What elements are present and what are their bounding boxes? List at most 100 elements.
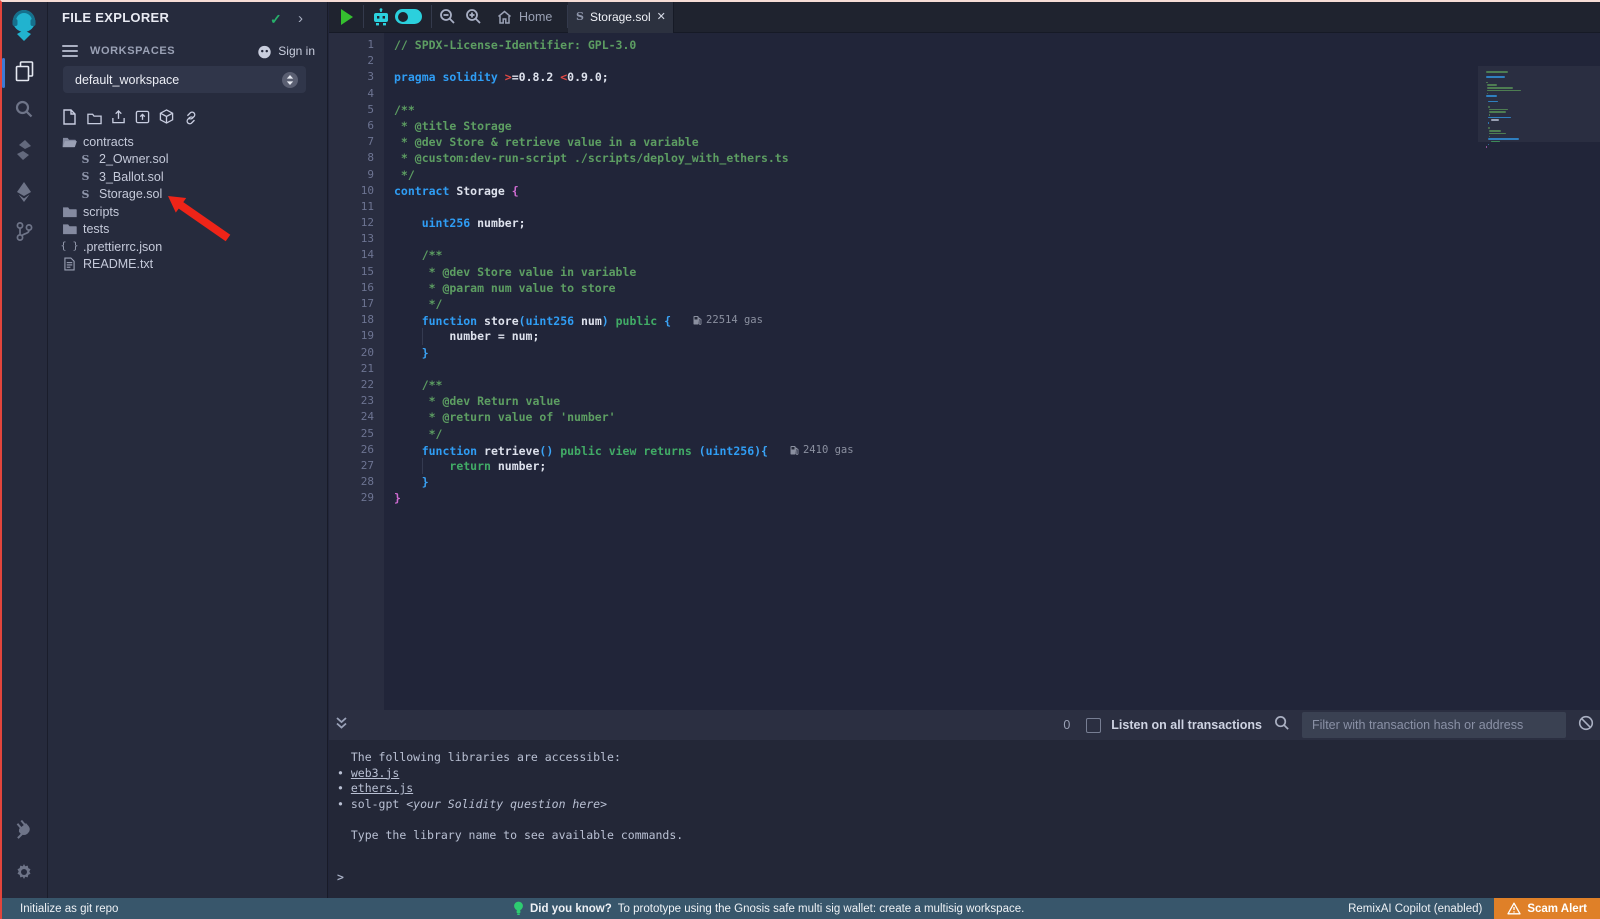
line-number: 3 [329,69,374,85]
upload-folder-icon[interactable] [135,108,150,125]
file-explorer-panel: FILE EXPLORER ✓ › WORKSPACES Sign in def… [48,0,328,898]
plugin-manager-icon[interactable] [0,820,48,841]
did-you-know-title: Did you know? [530,903,612,915]
tree-item-contracts[interactable]: contracts [48,133,327,151]
code-line-2 [394,53,1600,69]
git-init-button[interactable]: Initialize as git repo [20,903,118,915]
line-number: 9 [329,167,374,183]
workspace-select[interactable]: default_workspace [63,66,306,93]
create-box-icon[interactable] [159,108,174,125]
check-icon: ✓ [270,11,282,28]
terminal-link-web3-js[interactable]: web3.js [351,766,399,780]
code-line-28: } [394,474,1600,490]
code-line-10: contract Storage { [394,183,1600,199]
line-number: 28 [329,474,374,490]
settings-gear-icon[interactable] [0,862,48,882]
code-editor[interactable]: 1234567891011121314151617181920212223242… [329,33,1600,710]
ai-copilot-robot-icon[interactable] [371,0,391,33]
github-icon [257,44,272,59]
panel-title: FILE EXPLORER [62,10,169,25]
transaction-count: 0 [1063,718,1070,732]
line-number: 29 [329,490,374,506]
workspace-menu-icon[interactable] [62,42,78,60]
zoom-out-icon[interactable] [439,0,456,33]
line-number: 24 [329,409,374,425]
solidity-icon: S [576,10,584,23]
chevron-right-icon[interactable]: › [298,10,303,27]
line-number: 12 [329,215,374,231]
close-tab-icon[interactable]: ✕ [657,10,666,23]
gas-estimate-badge: 2410 gas [790,442,854,458]
line-number: 4 [329,86,374,102]
tab-storage-sol[interactable]: S Storage.sol ✕ [568,0,674,33]
zoom-in-icon[interactable] [465,0,482,33]
folder-icon [62,206,77,218]
upload-file-icon[interactable] [111,108,126,125]
code-line-4 [394,86,1600,102]
code-line-24: * @return value of 'number' [394,409,1600,425]
editor-minimap[interactable] [1478,66,1600,743]
terminal-search-icon[interactable] [1274,715,1290,736]
code-line-19: number = num; [394,328,1600,344]
git-icon[interactable] [0,221,48,242]
terminal-line: Type the library name to see available c… [337,828,1600,844]
solidity-icon: S [78,188,93,201]
collapse-terminal-icon[interactable] [335,716,348,735]
gas-estimate-badge: 22514 gas [693,312,763,328]
code-line-12: uint256 number; [394,215,1600,231]
line-number: 21 [329,361,374,377]
code-line-6: * @title Storage [394,118,1600,134]
activity-bar [0,0,48,898]
deploy-and-run-icon[interactable] [0,181,48,203]
terminal-header: 0 Listen on all transactions [329,710,1600,740]
copilot-status[interactable]: RemixAI Copilot (enabled) [1348,903,1482,915]
line-number: 15 [329,264,374,280]
tree-item-3-ballot-sol[interactable]: S3_Ballot.sol [48,168,327,186]
ai-copilot-toggle[interactable] [395,0,422,33]
new-folder-icon[interactable] [87,108,102,125]
line-number: 13 [329,231,374,247]
file-tree: contractsS2_Owner.solS3_Ballot.solSStora… [48,133,327,273]
file-icon [62,257,77,271]
line-number: 11 [329,199,374,215]
terminal-prompt[interactable]: > [337,870,1600,886]
code-line-20: } [394,345,1600,361]
home-icon [497,10,512,24]
code-line-22: /** [394,377,1600,393]
search-icon[interactable] [0,99,48,119]
code-area: // SPDX-License-Identifier: GPL-3.0pragm… [384,33,1600,710]
remix-logo-icon[interactable] [0,8,48,42]
listen-all-transactions-label: Listen on all transactions [1111,718,1262,732]
tree-item-2-owner-sol[interactable]: S2_Owner.sol [48,151,327,169]
code-line-16: * @param num value to store [394,280,1600,296]
listen-all-transactions-checkbox[interactable] [1086,718,1101,733]
terminal-output[interactable]: The following libraries are accessible:•… [329,740,1600,898]
sign-in-button[interactable]: Sign in [257,44,315,59]
file-explorer-icon[interactable] [0,60,48,83]
remix-ide-window: FILE EXPLORER ✓ › WORKSPACES Sign in def… [0,0,1600,919]
tree-item-scripts[interactable]: scripts [48,203,327,221]
terminal-line: • sol-gpt <your Solidity question here> [337,797,1600,813]
run-script-button[interactable] [341,0,353,33]
solidity-compiler-icon[interactable] [0,139,48,161]
line-number: 27 [329,458,374,474]
solidity-icon: S [78,153,93,166]
line-number: 8 [329,150,374,166]
braces-icon: { } [62,241,77,252]
line-number: 23 [329,393,374,409]
workspaces-label: WORKSPACES [90,45,175,57]
tree-item--prettierrc-json[interactable]: { }.prettierrc.json [48,238,327,256]
tree-item-readme-txt[interactable]: README.txt [48,256,327,274]
line-number: 2 [329,53,374,69]
new-file-icon[interactable] [63,108,78,125]
editor-toolbar: Home S Storage.sol ✕ [329,0,1600,33]
tree-item-storage-sol[interactable]: SStorage.sol [48,186,327,204]
tab-home[interactable]: Home [491,0,558,33]
link-icon[interactable] [183,108,198,125]
tree-item-tests[interactable]: tests [48,221,327,239]
terminal-link-ethers-js[interactable]: ethers.js [351,781,413,795]
scam-alert-button[interactable]: Scam Alert [1494,898,1600,919]
code-line-14: /** [394,247,1600,263]
line-number: 25 [329,426,374,442]
code-line-1: // SPDX-License-Identifier: GPL-3.0 [394,37,1600,53]
